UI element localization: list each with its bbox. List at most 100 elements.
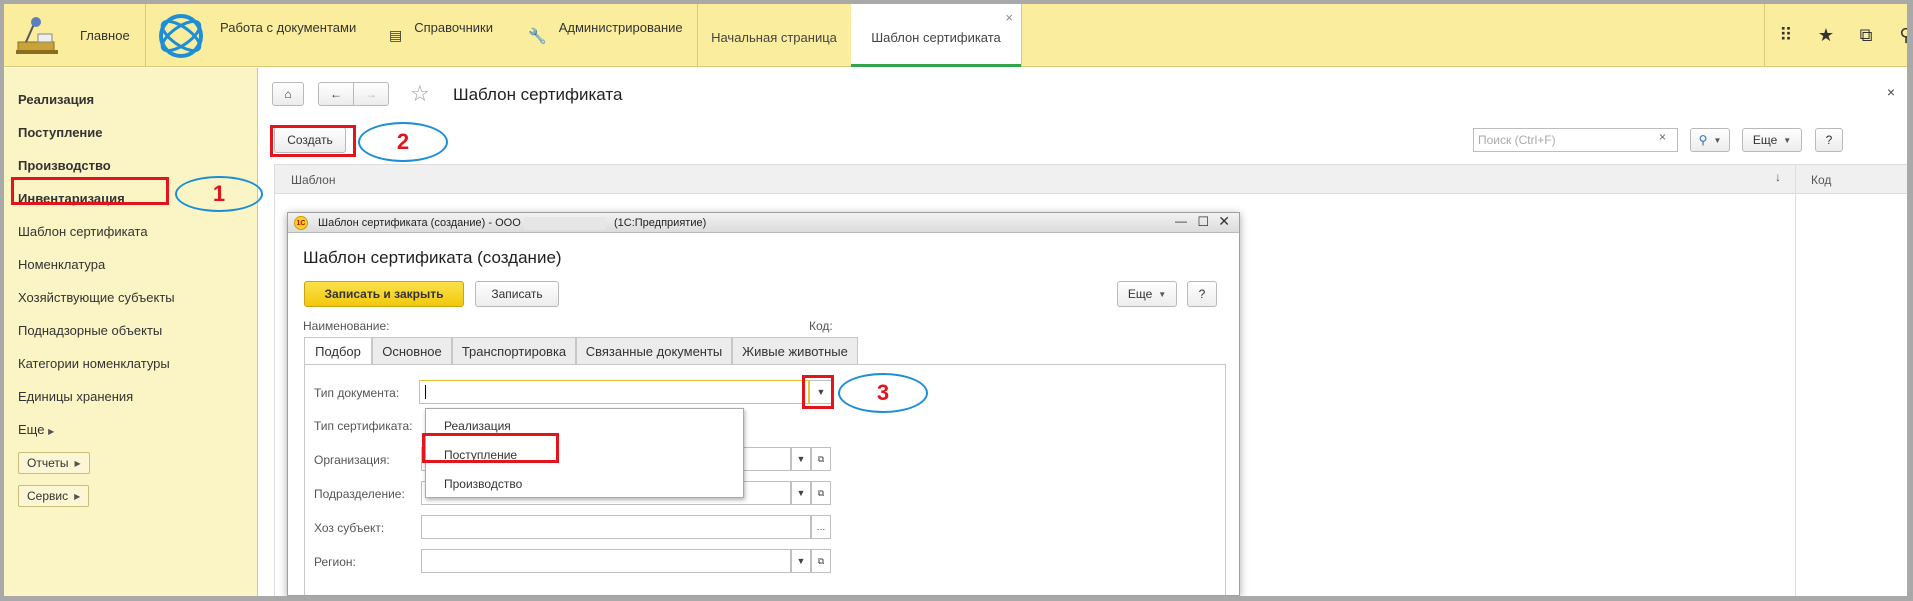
house-icon: ⌂ [284,87,292,101]
maximize-icon[interactable]: ☐ [1197,214,1209,230]
sort-arrow-icon[interactable]: ↓ [1775,170,1781,184]
sidebar-item-sales[interactable]: Реализация [18,92,94,107]
tab-live-animals[interactable]: Живые животные [732,337,858,365]
dialog-more-button[interactable]: Еще ▼ [1117,281,1177,307]
sidebar-item-business-entities[interactable]: Хозяйствующие субъекты [18,290,175,305]
business-entity-select-button[interactable]: … [811,515,831,539]
highlight-sidebar-certificate-template [11,177,169,205]
search-input[interactable]: Поиск (Ctrl+F) [1473,128,1678,152]
region-dropdown-button[interactable]: ▼ [791,549,811,573]
search-icon[interactable]: ⚲ [1886,16,1907,56]
clear-search-icon[interactable]: × [1659,130,1666,144]
dialog-window-title: Шаблон сертификата (создание) - ООО [318,217,521,229]
open-window-icon: ⧉ [817,453,825,464]
field-label-certificate-type: Тип сертификата: [314,419,413,433]
sidebar-more[interactable]: Еще ▶ [18,422,54,437]
home-button[interactable]: ⌂ [272,82,304,106]
sidebar-item-production[interactable]: Производство [18,158,111,173]
triangle-down-icon: ▼ [1158,289,1167,299]
section-documents-label: Работа с документами [220,20,357,35]
home-section[interactable]: Главное [12,4,142,67]
tab-related-documents[interactable]: Связанные документы [576,337,732,365]
sidebar-more-label: Еще [18,422,45,437]
favorite-star-icon[interactable]: ☆ [410,81,430,107]
app-window: Главное Работа с документами ▤ Справочни… [4,4,1907,596]
save-button[interactable]: Записать [475,281,559,307]
field-label-business-entity: Хоз субъект: [314,521,385,535]
service-button[interactable]: Сервис ▶ [18,485,90,507]
wrench-icon: 🔧 [528,27,547,45]
business-entity-input[interactable] [421,515,811,539]
triangle-right-icon: ▶ [48,427,55,436]
list-icon: ▤ [389,27,403,43]
dialog-more-label: Еще [1127,287,1153,301]
dialog-window-title-suffix: (1С:Предприятие) [614,217,707,229]
minimize-icon[interactable]: — [1175,214,1187,228]
forward-button[interactable]: → [353,82,389,106]
close-icon[interactable]: ✕ [1218,213,1230,230]
documents-globe-icon [159,13,203,58]
open-window-icon: ⧉ [817,555,825,566]
section-admin-label: Администрирование [558,20,683,35]
column-code[interactable]: Код [1811,173,1831,187]
tab-start-page[interactable]: Начальная страница [698,4,850,67]
search-options-button[interactable]: ⚲ ▼ [1690,128,1730,152]
top-bar: Главное Работа с документами ▤ Справочни… [4,4,1907,67]
sidebar-item-storage-units[interactable]: Единицы хранения [18,389,133,404]
tab-certificate-template[interactable]: Шаблон сертификата × [851,4,1021,67]
app-logo-icon: 1C [294,216,308,230]
tab-selection[interactable]: Подбор [304,337,372,365]
highlight-receipts-option [422,433,559,463]
ellipsis-icon: … [816,522,826,532]
reports-label: Отчеты [27,456,69,470]
star-icon[interactable]: ★ [1806,16,1846,56]
sidebar-item-nomenclature[interactable]: Номенклатура [18,257,105,272]
arrow-right-icon: → [365,87,377,101]
text-cursor [425,385,426,399]
dropdown-option-production[interactable]: Производство [444,477,522,491]
triangle-down-icon: ▼ [1713,135,1722,145]
page-title: Шаблон сертификата [453,85,623,104]
sidebar-item-nomenclature-categories[interactable]: Категории номенклатуры [18,356,170,371]
section-documents[interactable]: Работа с документами [156,4,356,67]
sidebar-item-supervised-objects[interactable]: Поднадзорные объекты [18,323,162,338]
region-input[interactable] [421,549,791,573]
help-button[interactable]: ? [1815,128,1843,152]
department-dropdown-button[interactable]: ▼ [791,481,811,505]
field-label-region: Регион: [314,555,356,569]
tab-main[interactable]: Основное [372,337,452,365]
column-template[interactable]: Шаблон [291,173,335,187]
highlight-create-button [270,125,356,157]
history-icon[interactable]: ⧉ [1846,16,1886,56]
section-admin[interactable]: 🔧 Администрирование [528,4,683,67]
tab-transport[interactable]: Транспортировка [452,337,576,365]
apps-grid-icon[interactable]: ⠿ [1766,16,1806,56]
triangle-down-icon: ▼ [796,454,806,464]
service-label: Сервис [27,489,69,503]
dropdown-option-sales[interactable]: Реализация [444,419,511,433]
save-and-close-button[interactable]: Записать и закрыть [304,281,464,307]
dialog-titlebar[interactable]: 1C Шаблон сертификата (создание) - ООО (… [288,213,1239,233]
section-references-label: Справочники [414,20,493,35]
close-icon[interactable]: × [1887,84,1895,100]
document-type-input[interactable] [419,380,809,404]
search-placeholder: Поиск (Ctrl+F) [1478,133,1556,147]
reports-button[interactable]: Отчеты ▶ [18,452,90,474]
sidebar-item-receipts[interactable]: Поступление [18,125,103,140]
open-window-icon: ⧉ [817,487,825,498]
section-references[interactable]: ▤ Справочники [389,4,493,67]
callout-step-1: 1 [175,176,263,212]
table-header: Шаблон ↓ Код [274,164,1907,195]
department-open-button[interactable]: ⧉ [811,481,831,505]
tab-start-page-label: Начальная страница [711,30,837,45]
dialog-help-button[interactable]: ? [1187,281,1217,307]
back-button[interactable]: ← [318,82,354,106]
magnifier-icon: ⚲ [1698,133,1708,147]
organization-dropdown-button[interactable]: ▼ [791,447,811,471]
region-open-button[interactable]: ⧉ [811,549,831,573]
triangle-right-icon: ▶ [74,458,81,468]
sidebar-item-certificate-template[interactable]: Шаблон сертификата [18,224,148,239]
more-button[interactable]: Еще ▼ [1742,128,1802,152]
close-icon[interactable]: × [1005,10,1013,25]
organization-open-button[interactable]: ⧉ [811,447,831,471]
